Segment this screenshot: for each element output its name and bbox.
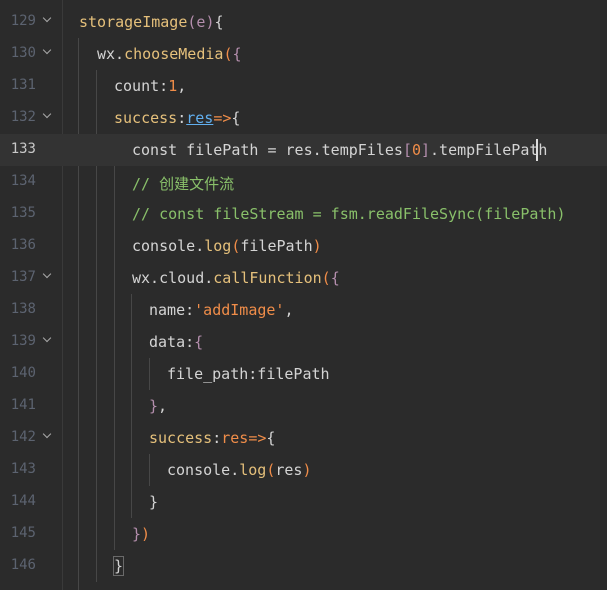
code-text: } <box>149 493 159 511</box>
fold-arrow-icon[interactable] <box>43 15 53 25</box>
line-number: 133 <box>10 141 36 157</box>
fold-arrow-icon[interactable] <box>43 431 53 441</box>
code-line[interactable]: 145 }) <box>0 518 607 550</box>
line-number: 134 <box>10 173 36 189</box>
code-line[interactable]: 137 wx.cloud.callFunction({ <box>0 262 607 294</box>
code-line[interactable]: 143 console.log(res) <box>0 454 607 486</box>
code-line[interactable]: 142 success:res=>{ <box>0 422 607 454</box>
line-number: 146 <box>10 557 36 573</box>
line-number: 142 <box>10 429 36 445</box>
code-line[interactable]: 141 }, <box>0 390 607 422</box>
code-text: wx.cloud.callFunction({ <box>132 269 340 287</box>
code-line[interactable]: 129 storageImage(e){ <box>0 6 607 38</box>
fold-arrow-icon[interactable] <box>43 271 53 281</box>
code-line[interactable]: 134 // 创建文件流 <box>0 166 607 198</box>
code-line[interactable]: 131 count:1, <box>0 70 607 102</box>
fold-arrow-icon[interactable] <box>43 47 53 57</box>
code-line[interactable]: 140 file_path:filePath <box>0 358 607 390</box>
code-line[interactable]: 138 name:'addImage', <box>0 294 607 326</box>
code-text: }) <box>132 525 151 543</box>
line-number: 144 <box>10 493 36 509</box>
code-line-current[interactable]: 133 const filePath = res.tempFiles[0].te… <box>0 134 607 166</box>
line-number: 139 <box>10 333 36 349</box>
code-text: name:'addImage', <box>149 301 294 319</box>
line-number: 129 <box>10 13 36 29</box>
code-text: file_path:filePath <box>167 365 330 383</box>
code-text: success:res=>{ <box>114 109 241 127</box>
code-comment: // 创建文件流 <box>132 175 235 193</box>
code-text: storageImage(e){ <box>79 13 224 31</box>
line-number: 143 <box>10 461 36 477</box>
code-line[interactable]: 139 data:{ <box>0 326 607 358</box>
code-comment: // const fileStream = fsm.readFileSync(f… <box>132 205 566 223</box>
code-editor[interactable]: 129 storageImage(e){ 130 wx.chooseMedia(… <box>0 0 607 590</box>
code-line[interactable]: 144 } <box>0 486 607 518</box>
code-line[interactable]: 146 } <box>0 550 607 582</box>
fold-arrow-icon[interactable] <box>43 335 53 345</box>
code-line[interactable]: 136 console.log(filePath) <box>0 230 607 262</box>
line-number: 138 <box>10 301 36 317</box>
line-number: 131 <box>10 77 36 93</box>
line-number: 140 <box>10 365 36 381</box>
code-text: console.log(res) <box>167 461 312 479</box>
line-number: 137 <box>10 269 36 285</box>
code-text: } <box>112 556 125 576</box>
fold-arrow-icon[interactable] <box>43 111 53 121</box>
code-text: data:{ <box>149 333 204 351</box>
code-line[interactable]: 135 // const fileStream = fsm.readFileSy… <box>0 198 607 230</box>
code-text: const filePath = res.tempFiles[0].tempFi… <box>132 141 548 159</box>
line-number: 145 <box>10 525 36 541</box>
code-line[interactable]: 130 wx.chooseMedia({ <box>0 38 607 70</box>
line-number: 132 <box>10 109 36 125</box>
code-text: console.log(filePath) <box>132 237 322 255</box>
line-number: 135 <box>10 205 36 221</box>
code-text: count:1, <box>114 77 187 95</box>
code-line[interactable]: 132 success:res=>{ <box>0 102 607 134</box>
line-number: 141 <box>10 397 36 413</box>
line-number: 130 <box>10 45 36 61</box>
code-text: }, <box>149 397 168 415</box>
line-number: 136 <box>10 237 36 253</box>
code-text: success:res=>{ <box>149 429 276 447</box>
text-cursor <box>536 139 538 161</box>
code-text: wx.chooseMedia({ <box>97 45 242 63</box>
